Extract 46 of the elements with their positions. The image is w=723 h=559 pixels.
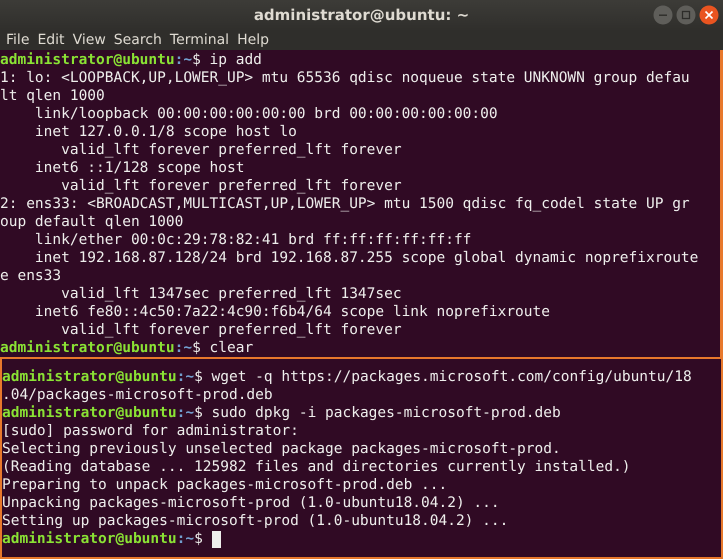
prompt-user: administrator@ubuntu: [2, 530, 177, 548]
output-line: valid_lft forever preferred_lft forever: [60, 141, 403, 159]
output-line: valid_lft forever preferred_lft forever: [60, 321, 403, 339]
minimize-icon[interactable]: [653, 5, 673, 25]
command-text: $ ip add: [192, 51, 262, 69]
output-line: inet 192.168.87.128/24 brd 192.168.87.255 scope global dynamic noprefixroute: [34, 249, 700, 267]
output-line: .04/packages-microsoft-prod.deb: [2, 386, 274, 404]
output-line: inet6 ::1/128 scope host: [34, 159, 246, 177]
output-line: Setting up packages-microsoft-prod (1.0-ubuntu18.04.2) ...: [2, 512, 510, 530]
command-text: $ clear: [192, 339, 254, 357]
output-line: inet 127.0.0.1/8 scope host lo: [34, 123, 298, 141]
output-line: oup default qlen 1000: [0, 213, 184, 231]
menu-item[interactable]: Terminal: [168, 32, 232, 48]
prompt-path: :~: [174, 51, 192, 69]
prompt-path: :~: [174, 339, 192, 357]
output-line: inet6 fe80::4c50:7a22:4c90:f6b4/64 scope link noprefixroute: [34, 303, 551, 321]
prompt-user: administrator@ubuntu: [0, 339, 175, 357]
prompt-user: administrator@ubuntu: [2, 368, 177, 386]
output-line: e ens33: [0, 267, 62, 285]
output-line: link/loopback 00:00:00:00:00:00 brd 00:00:00:00:00:00: [34, 105, 499, 123]
prompt-user: administrator@ubuntu: [0, 51, 175, 69]
command-text: $ wget -q https://packages.microsoft.com/config/ubuntu/18: [194, 368, 692, 386]
output-line: lt qlen 1000: [0, 87, 106, 105]
output-line: valid_lft 1347sec preferred_lft 1347sec: [60, 285, 403, 303]
close-icon[interactable]: [699, 5, 719, 25]
command-text: $: [194, 530, 203, 548]
prompt-user: administrator@ubuntu: [2, 404, 177, 422]
menu-item[interactable]: View: [70, 32, 108, 48]
output-line: valid_lft forever preferred_lft forever: [60, 177, 403, 195]
output-line: Selecting previously unselected package packages-microsoft-prod.: [2, 440, 562, 458]
prompt-path: :~: [176, 530, 194, 548]
output-line: Unpacking packages-microsoft-prod (1.0-ubuntu18.04.2) ...: [2, 494, 501, 512]
menu-item[interactable]: Search: [112, 32, 164, 48]
output-line: link/ether 00:0c:29:78:82:41 brd ff:ff:ff:ff:ff:ff: [34, 231, 472, 249]
prompt-path: :~: [176, 404, 194, 422]
prompt-path: :~: [176, 368, 194, 386]
output-line: 2: ens33: <BROADCAST,MULTICAST,UP,LOWER_UP> mtu 1500 qdisc fq_codel state UP gr: [0, 195, 691, 213]
output-line: (Reading database ... 125982 files and directories currently installed.): [2, 458, 632, 476]
menu-item[interactable]: Help: [235, 32, 271, 48]
output-line: [sudo] password for administrator:: [2, 422, 300, 440]
output-line: 1: lo: <LOOPBACK,UP,LOWER_UP> mtu 65536 qdisc noqueue state UNKNOWN group defau: [0, 69, 691, 87]
command-text: $ sudo dpkg -i packages-microsoft-prod.deb: [194, 404, 561, 422]
menu-item[interactable]: Edit: [35, 32, 67, 48]
menu-item[interactable]: File: [4, 32, 32, 48]
output-line: Preparing to unpack packages-microsoft-prod.deb ...: [2, 476, 448, 494]
window-title: administrator@ubuntu: ~: [254, 6, 470, 24]
